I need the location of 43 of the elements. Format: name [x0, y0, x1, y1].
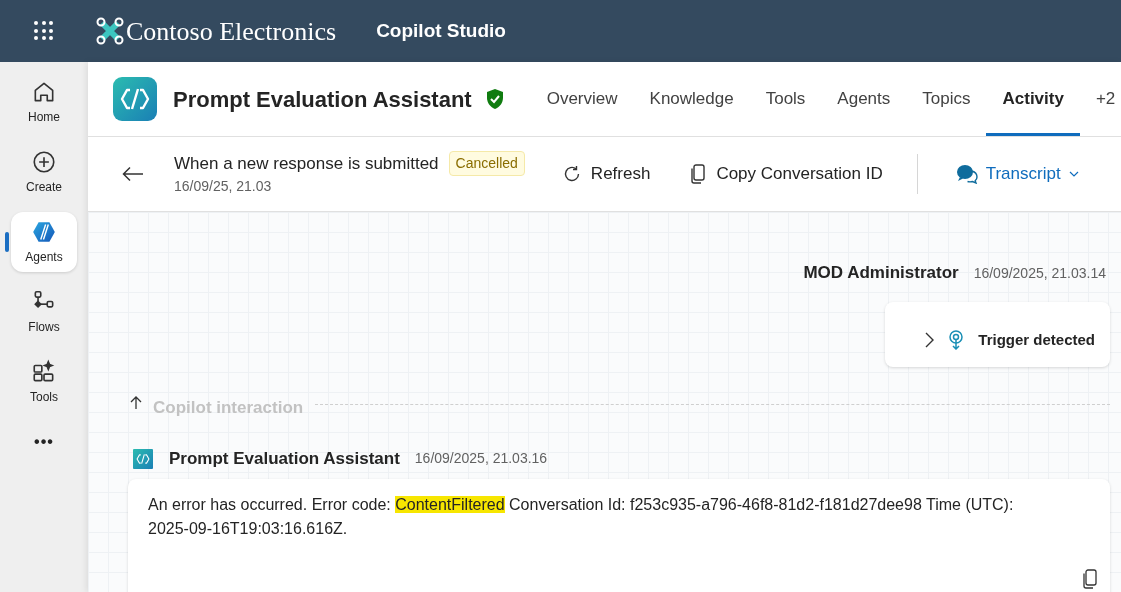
status-badge: Cancelled — [448, 151, 525, 176]
sidebar-item[interactable]: Create — [11, 142, 77, 202]
back-arrow-icon[interactable] — [122, 166, 144, 182]
agent-avatar-icon — [133, 448, 153, 469]
chat-bubbles-icon — [955, 164, 978, 184]
agent-logo-icon — [113, 77, 157, 121]
more-button[interactable]: ••• — [34, 430, 54, 454]
sender-name: MOD Administrator — [803, 262, 959, 284]
refresh-button[interactable]: Refresh — [562, 161, 651, 187]
agent-title: Prompt Evaluation Assistant — [173, 85, 472, 114]
brand-name: Contoso Electronics — [126, 15, 337, 48]
tab[interactable]: Overview — [530, 62, 634, 136]
product-name: Copilot Studio — [376, 18, 506, 43]
sender-name: Prompt Evaluation Assistant — [169, 448, 400, 470]
transcript-dropdown[interactable]: Transcript — [955, 161, 1079, 187]
tab[interactable]: Activity — [986, 62, 1080, 136]
session-date: 16/09/25, 21.03 — [174, 177, 273, 197]
tab[interactable]: Tools — [749, 62, 822, 136]
up-arrow-icon — [130, 396, 142, 411]
error-message: An error has occurred. Error code: ContentFiltered Conversation Id: f253c935-a796-46f8-81d2-f181d27dee98 Time (UTC): 2025-09-16T19:03:16.616Z. — [148, 494, 1015, 539]
sidebar-item[interactable]: Home — [11, 72, 77, 132]
session-title: When a new response is submitted — [174, 152, 439, 175]
sidebar-item[interactable]: Agents — [11, 212, 77, 272]
app-launcher-icon[interactable] — [33, 20, 55, 42]
plus-circle-icon — [31, 148, 57, 175]
trigger-card[interactable]: Trigger detected — [885, 301, 1110, 367]
tab[interactable]: Topics — [906, 62, 987, 136]
refresh-icon — [562, 165, 581, 183]
logo-icon — [96, 16, 124, 46]
sidebar-item[interactable]: Tools — [11, 352, 77, 412]
tab[interactable]: Knowledge — [633, 62, 750, 136]
copy-icon[interactable] — [1082, 568, 1098, 589]
copy-conversation-id-button[interactable]: Copy Conversation ID — [690, 161, 883, 187]
tab[interactable]: +2 — [1079, 62, 1121, 136]
selection-indicator — [5, 232, 9, 252]
lightbulb-icon — [948, 330, 965, 350]
message-time: 16/09/2025, 21.03.16 — [414, 449, 548, 469]
sidebar-item[interactable]: Flows — [11, 282, 77, 342]
message-time: 16/09/2025, 21.03.14 — [973, 264, 1106, 283]
tab[interactable]: Agents — [821, 62, 907, 136]
section-divider-label: Copilot interaction — [153, 396, 304, 419]
copy-icon — [690, 164, 707, 184]
chevron-down-icon — [1068, 171, 1079, 177]
